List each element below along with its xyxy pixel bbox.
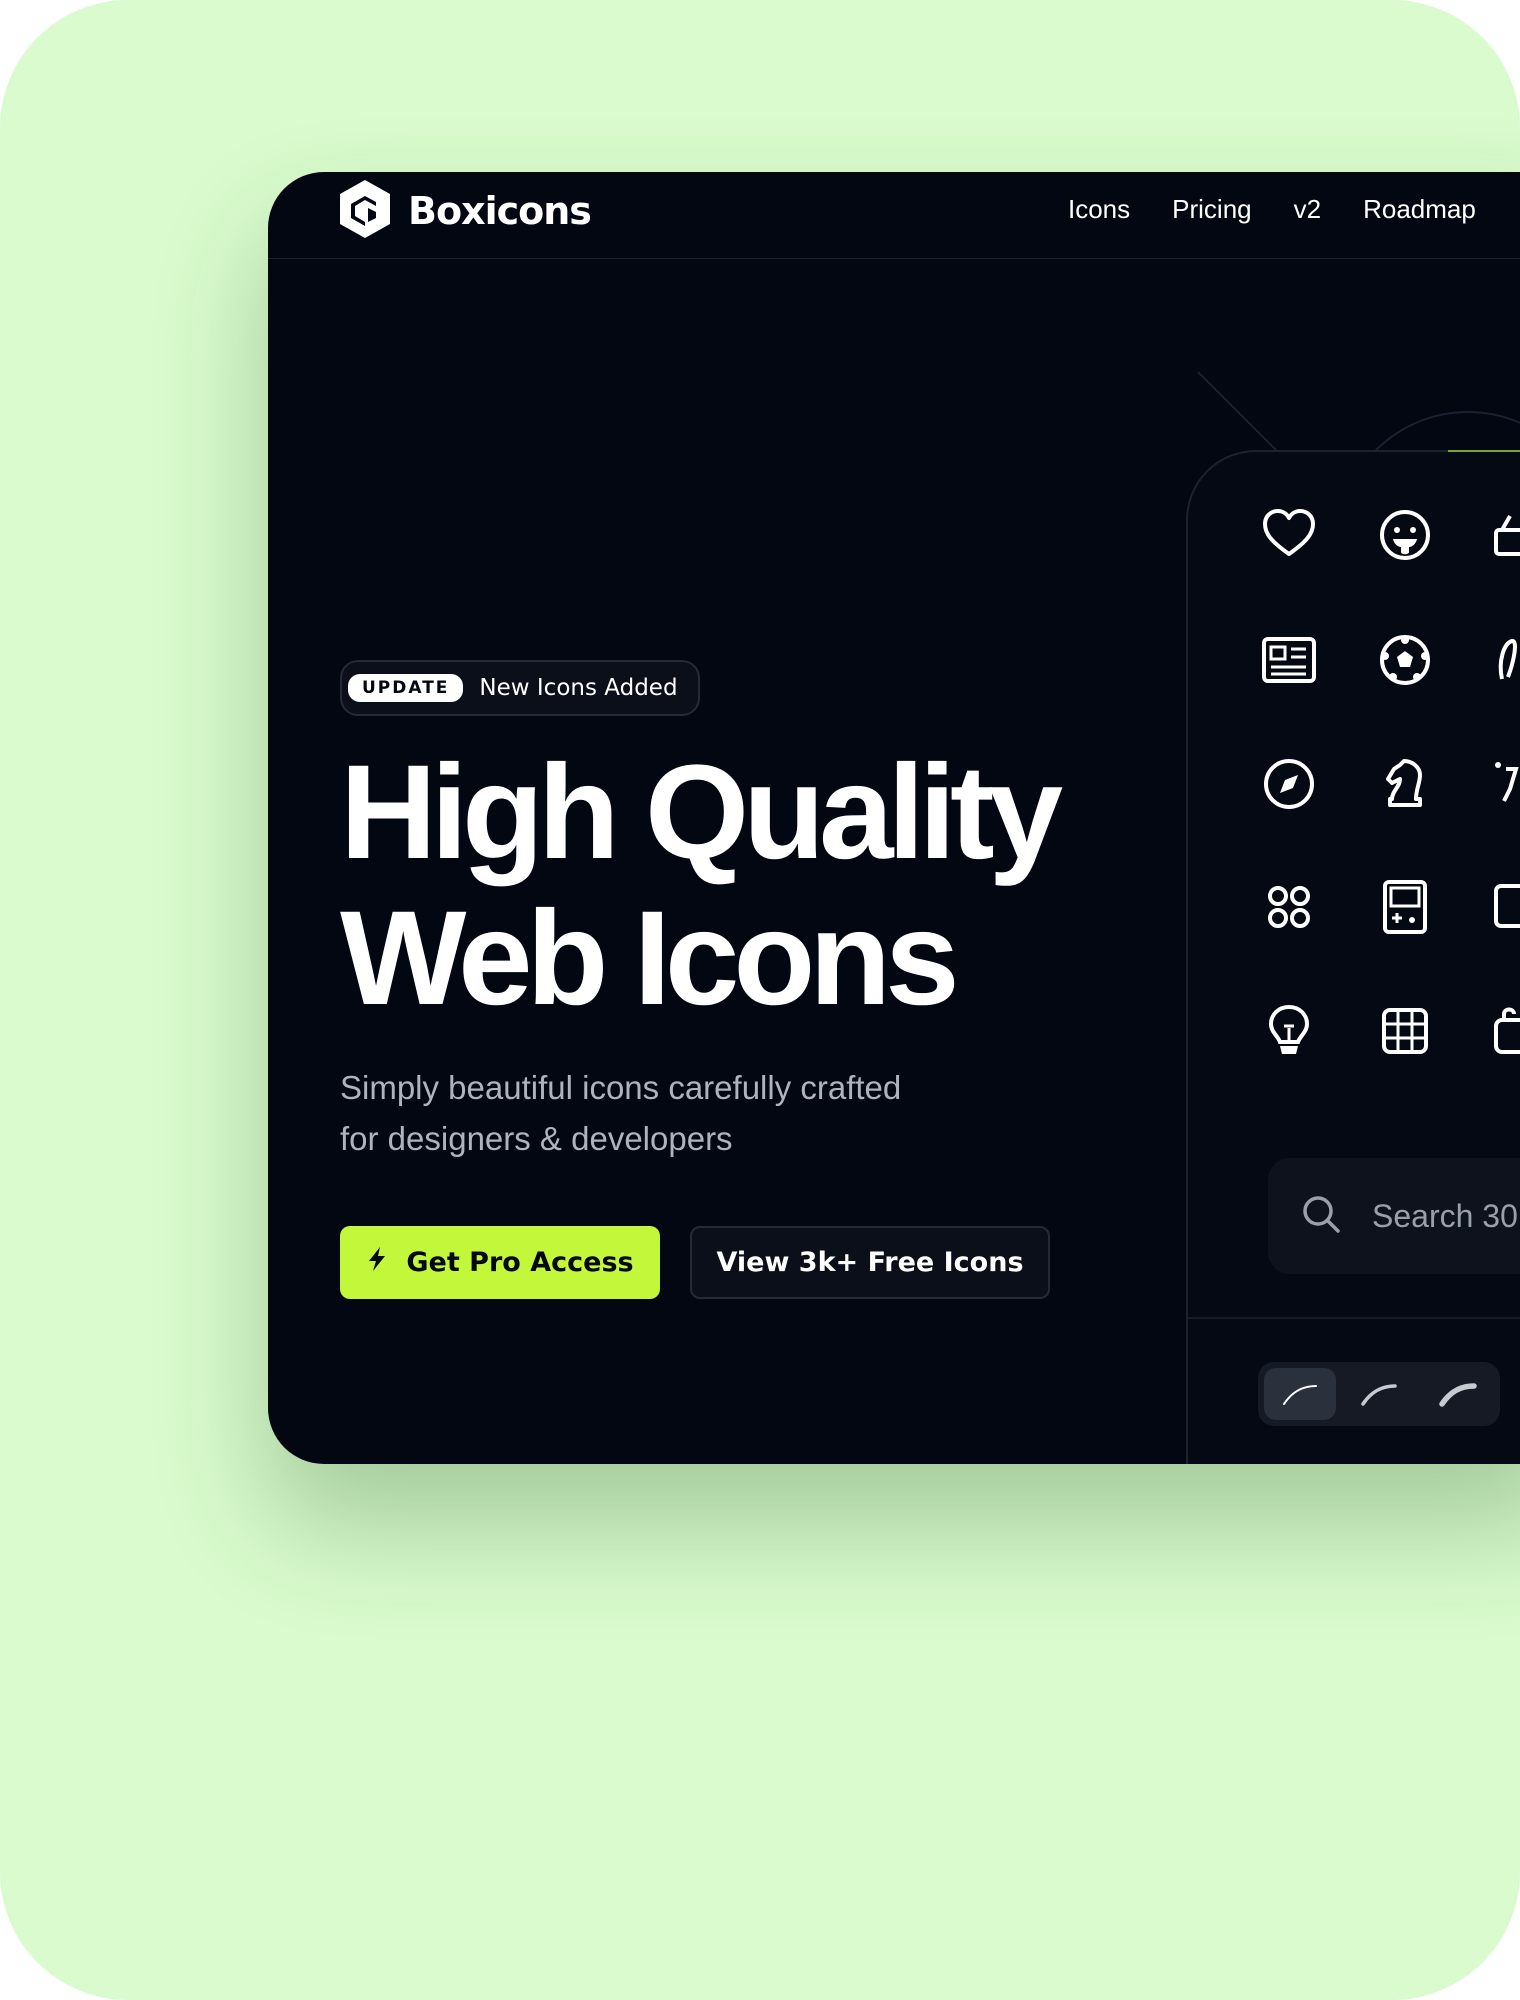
- partial-icon[interactable]: [1492, 755, 1520, 813]
- lightbulb-icon[interactable]: [1260, 1002, 1318, 1060]
- icon-preview-panel: [1186, 450, 1520, 1464]
- thin-stroke-icon: [1283, 1385, 1317, 1405]
- partial-icon[interactable]: [1492, 631, 1520, 689]
- grid-circles-icon[interactable]: [1260, 878, 1318, 936]
- badge-text: New Icons Added: [479, 675, 678, 701]
- brand-name: Boxicons: [408, 189, 592, 233]
- search-icon: [1268, 1193, 1342, 1239]
- boxicons-logo-icon: [338, 178, 392, 244]
- stroke-weight-switch: [1258, 1362, 1500, 1426]
- nav-links: Icons Pricing v2 Roadmap: [1068, 194, 1518, 225]
- hero-headline: High Quality Web Icons: [340, 740, 1240, 1032]
- thin-stroke-option[interactable]: [1264, 1368, 1336, 1420]
- nav-link-roadmap[interactable]: Roadmap: [1363, 194, 1476, 225]
- chess-knight-icon[interactable]: [1376, 755, 1434, 813]
- tongue-emoji-icon[interactable]: [1376, 506, 1434, 564]
- heart-icon[interactable]: [1260, 506, 1318, 564]
- headline-line-2: Web Icons: [340, 884, 960, 1033]
- news-card-icon[interactable]: [1260, 631, 1318, 689]
- nav-link-v2[interactable]: v2: [1294, 194, 1321, 225]
- nav-link-pricing[interactable]: Pricing: [1172, 194, 1251, 225]
- regular-stroke-icon: [1361, 1384, 1397, 1406]
- partial-icon[interactable]: [1492, 506, 1520, 564]
- panel-divider: [1188, 1317, 1520, 1319]
- badge-tag: UPDATE: [348, 674, 464, 702]
- icon-search-input[interactable]: Search 30k: [1268, 1158, 1520, 1274]
- bolt-icon: [366, 1246, 406, 1279]
- hero-subtitle: Simply beautiful icons carefully crafted…: [340, 1062, 1040, 1164]
- get-pro-access-label: Get Pro Access: [406, 1247, 634, 1278]
- search-placeholder: Search 30k: [1372, 1197, 1520, 1234]
- headline-line-1: High Quality: [340, 738, 1063, 887]
- subtitle-line-2: for designers & developers: [340, 1120, 733, 1157]
- get-pro-access-button[interactable]: Get Pro Access: [340, 1226, 660, 1299]
- waffle-icon[interactable]: [1376, 1002, 1434, 1060]
- panel-accent-line: [1448, 450, 1520, 452]
- view-free-icons-label: View 3k+ Free Icons: [716, 1247, 1024, 1278]
- logo[interactable]: Boxicons: [338, 178, 592, 244]
- regular-stroke-option[interactable]: [1343, 1368, 1415, 1420]
- subtitle-line-1: Simply beautiful icons carefully crafted: [340, 1069, 902, 1106]
- bold-stroke-option[interactable]: [1422, 1368, 1494, 1420]
- browser-window: Boxicons Icons Pricing v2 Roadmap UPDATE…: [268, 172, 1520, 1464]
- partial-icon[interactable]: [1492, 1002, 1520, 1060]
- update-badge[interactable]: UPDATE New Icons Added: [340, 660, 700, 716]
- nav-link-icons[interactable]: Icons: [1068, 194, 1130, 225]
- page-backdrop: Boxicons Icons Pricing v2 Roadmap UPDATE…: [0, 0, 1520, 2000]
- gameboy-icon[interactable]: [1376, 878, 1434, 936]
- bold-stroke-icon: [1439, 1383, 1477, 1407]
- view-free-icons-button[interactable]: View 3k+ Free Icons: [690, 1226, 1050, 1299]
- partial-icon[interactable]: [1492, 878, 1520, 936]
- compass-icon[interactable]: [1260, 755, 1318, 813]
- soccer-ball-icon[interactable]: [1376, 631, 1434, 689]
- top-nav: Boxicons Icons Pricing v2 Roadmap: [268, 172, 1520, 259]
